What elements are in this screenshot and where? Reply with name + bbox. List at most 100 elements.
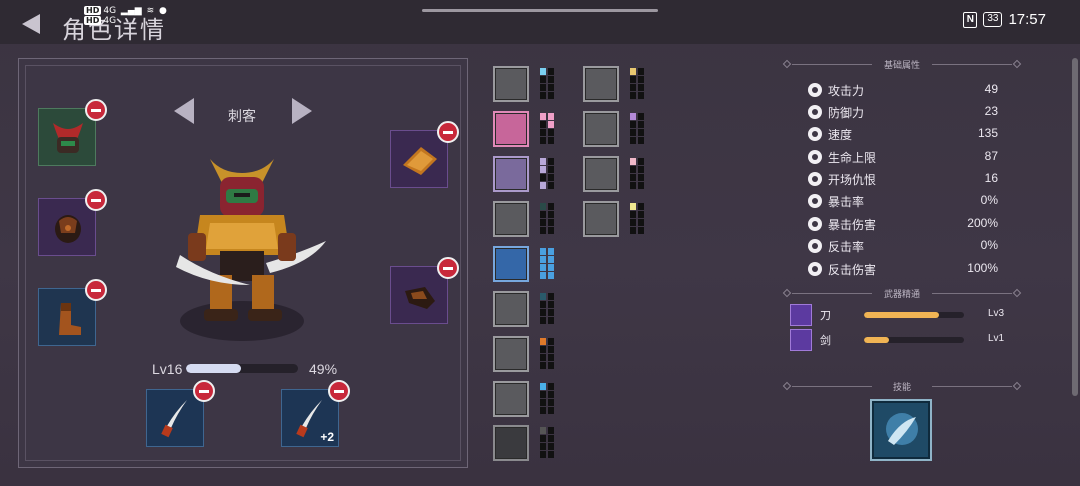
nfc-icon: N xyxy=(963,11,978,28)
skill-slot[interactable] xyxy=(870,399,932,461)
mastery-label: 刀 xyxy=(820,310,831,322)
inventory-item[interactable] xyxy=(493,156,529,192)
xp-bar-fill xyxy=(186,364,241,373)
status-icons-left: HD 4G ▂▄▆ ≋ ● HD 4G xyxy=(84,6,169,26)
stat-row: 速度 135 xyxy=(806,124,1000,144)
xp-bar xyxy=(186,364,298,373)
remove-weapon-1-button[interactable] xyxy=(193,380,215,402)
remove-gloves-button[interactable] xyxy=(437,257,459,279)
skill-icon xyxy=(886,413,918,445)
level-label: Lv16 xyxy=(152,361,183,377)
wechat-icon: ● xyxy=(158,6,167,16)
prev-class-arrow-icon[interactable] xyxy=(174,98,194,124)
item-rarity-pips xyxy=(630,68,644,100)
shoulder-slot[interactable] xyxy=(390,121,459,188)
remove-weapon-2-button[interactable] xyxy=(328,380,350,402)
inventory-item[interactable] xyxy=(493,381,529,417)
stat-value: 87 xyxy=(984,149,998,163)
weapon-mastery-header: 武器精通 xyxy=(782,287,1022,299)
inventory-item[interactable] xyxy=(493,336,529,372)
item-rarity-pips xyxy=(540,293,554,325)
item-rarity-pips xyxy=(540,158,554,190)
item-rarity-pips xyxy=(540,68,554,100)
weapon-slot-2[interactable]: +2 xyxy=(281,380,350,447)
inventory-item[interactable] xyxy=(493,291,529,327)
stat-row: 开场仇恨 16 xyxy=(806,169,1000,189)
hd-badge-2: HD xyxy=(84,16,102,25)
stat-value: 0% xyxy=(980,193,998,207)
stat-label: 生命上限 xyxy=(828,151,877,165)
item-rarity-pips xyxy=(540,427,554,459)
burst-icon xyxy=(806,192,824,210)
counter-damage-icon xyxy=(806,260,824,278)
mastery-bar xyxy=(864,337,964,343)
inventory-item[interactable] xyxy=(493,66,529,102)
xp-percent: 49% xyxy=(309,361,338,377)
item-rarity-pips xyxy=(630,203,644,235)
stat-label: 反击率 xyxy=(828,240,865,254)
inventory-item[interactable] xyxy=(583,66,619,102)
stat-value: 16 xyxy=(984,171,998,185)
mastery-level: Lv1 xyxy=(988,333,1005,344)
item-rarity-pips xyxy=(630,158,644,190)
shield-icon xyxy=(806,103,824,121)
stat-label: 暴击率 xyxy=(828,195,865,209)
upgrade-level-badge: +2 xyxy=(320,430,334,444)
stat-label: 攻击力 xyxy=(828,84,865,98)
inventory-item[interactable] xyxy=(583,201,619,237)
drag-handle[interactable] xyxy=(422,9,658,12)
character-portrait xyxy=(176,159,326,341)
hd-badge: HD xyxy=(84,6,102,15)
gloves-slot[interactable] xyxy=(390,257,459,324)
item-rarity-pips xyxy=(630,113,644,145)
item-rarity-pips xyxy=(540,203,554,235)
inventory-item[interactable] xyxy=(493,425,529,461)
stat-label: 暴击伤害 xyxy=(828,218,877,232)
network-badge: 4G xyxy=(103,6,117,16)
mastery-level: Lv3 xyxy=(988,308,1005,319)
wifi-icon: ≋ xyxy=(146,6,155,16)
boots-slot[interactable] xyxy=(38,279,107,346)
stat-row: 防御力 23 xyxy=(806,102,1000,122)
helmet-slot[interactable] xyxy=(38,99,107,166)
item-rarity-pips xyxy=(540,383,554,415)
sword-icon xyxy=(806,81,824,99)
stat-label: 速度 xyxy=(828,128,853,142)
weapon-slot-1[interactable] xyxy=(146,380,215,447)
mastery-row-blade: 刀 Lv3 xyxy=(790,304,1010,326)
remove-boots-button[interactable] xyxy=(85,279,107,301)
stat-row: 生命上限 87 xyxy=(806,147,1000,167)
back-arrow-icon[interactable] xyxy=(20,12,42,36)
armor-slot[interactable] xyxy=(38,189,107,256)
basic-stats-header: 基础属性 xyxy=(782,58,1022,70)
item-rarity-pips xyxy=(540,338,554,370)
stat-value: 0% xyxy=(980,238,998,252)
stat-value: 135 xyxy=(977,126,998,140)
stat-value: 49 xyxy=(984,82,998,96)
stat-label: 开场仇恨 xyxy=(828,173,877,187)
next-class-arrow-icon[interactable] xyxy=(292,98,312,124)
inventory-item[interactable] xyxy=(493,246,529,282)
heart-icon xyxy=(806,148,824,166)
stat-value: 23 xyxy=(984,104,998,118)
inventory-item[interactable] xyxy=(493,201,529,237)
battery-icon: 33 xyxy=(983,12,1003,27)
stat-value: 100% xyxy=(967,261,998,275)
skull-icon xyxy=(806,170,824,188)
inventory-item[interactable] xyxy=(583,111,619,147)
inventory-item[interactable] xyxy=(493,111,529,147)
scrollbar[interactable] xyxy=(1072,58,1078,396)
counter-icon xyxy=(806,237,824,255)
sword-mastery-icon xyxy=(790,329,812,351)
boot-icon xyxy=(806,125,824,143)
remove-helmet-button[interactable] xyxy=(85,99,107,121)
remove-armor-button[interactable] xyxy=(85,189,107,211)
skills-header: 技能 xyxy=(782,380,1022,392)
stat-row: 攻击力 49 xyxy=(806,80,1000,100)
remove-shoulder-button[interactable] xyxy=(437,121,459,143)
signal-icon: ▂▄▆ xyxy=(120,6,142,16)
crossed-swords-icon xyxy=(806,215,824,233)
inventory-item[interactable] xyxy=(583,156,619,192)
sword-mastery-icon xyxy=(790,304,812,326)
stat-row: 反击伤害 100% xyxy=(806,259,1000,279)
